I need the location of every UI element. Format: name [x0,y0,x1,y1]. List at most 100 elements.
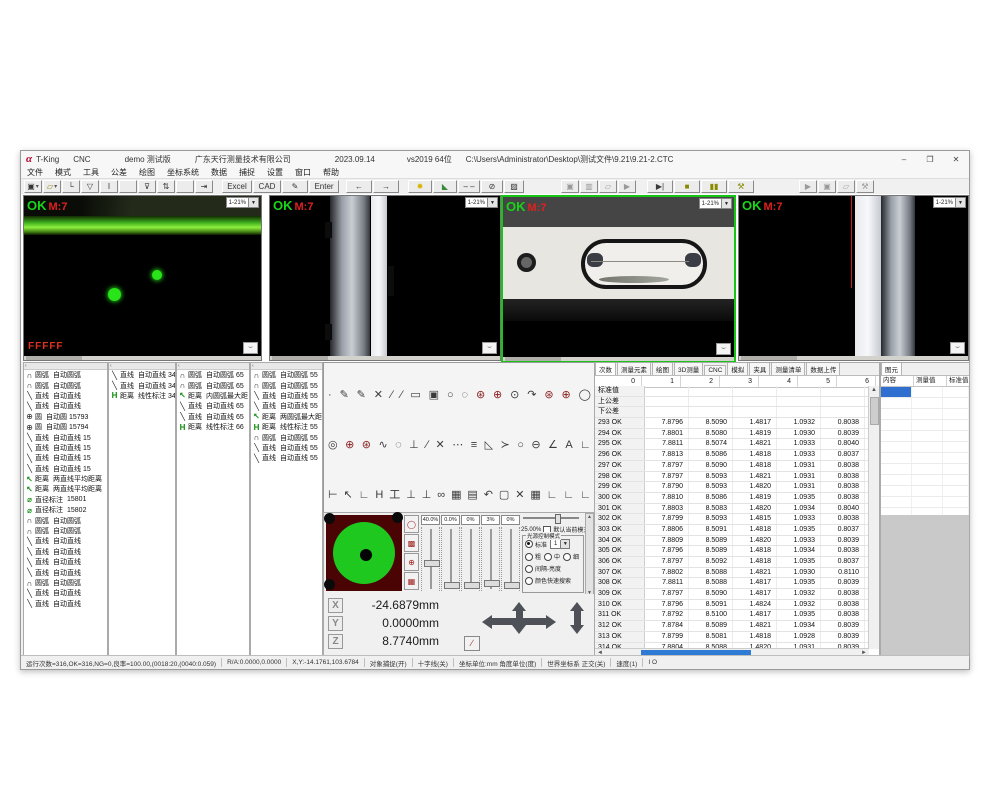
measure-tool-icon[interactable]: 工 [389,490,400,501]
stop-button[interactable]: ■ [674,180,700,193]
feature-item[interactable]: H距离线性标注 66 [177,422,249,432]
zoom-tool-button[interactable]: ⊘ [481,180,503,193]
measure-tool-icon[interactable]: ∿ [378,440,387,451]
table-row[interactable]: 303 OK7.88068.50911.48181.09350.80371.09… [595,525,869,536]
results-tab-5[interactable]: 模拟 [727,362,748,375]
table-row[interactable]: 307 OK7.88028.50881.48211.09300.81101.09… [595,568,869,579]
feature-item[interactable]: ╲直线自动直线 [24,588,107,598]
measure-tool-icon[interactable]: ∠ [548,440,558,451]
minus-minus-button[interactable]: – – [458,180,480,193]
feature-item[interactable]: ⊕圆自动圆 15793 [24,412,107,422]
blank-button[interactable] [119,180,137,193]
measure-tool-icon[interactable]: ✕ [436,440,445,451]
results-tab-0[interactable]: 次数 [595,362,616,375]
pattern-button[interactable]: ▨ [504,180,524,193]
measure-tool-icon[interactable]: H [375,490,383,501]
slider-thumb[interactable] [504,582,520,589]
level-radio-2[interactable] [563,553,571,561]
table-row[interactable]: 295 OK7.88118.50741.48211.09330.80401.09… [595,439,869,450]
menu-item-10[interactable]: 帮助 [317,167,345,178]
measure-tool-icon[interactable]: ◺ [485,440,493,451]
detail-row[interactable] [881,497,969,508]
results-tab-8[interactable]: 数据上传 [806,362,840,375]
measure-tool-icon[interactable]: ↖ [344,490,353,501]
feature-item[interactable]: ╲直线自动直线 15 [24,432,107,442]
play-to-end-button[interactable]: ▶| [647,180,673,193]
menu-item-4[interactable]: 绘图 [133,167,161,178]
feature-item[interactable]: ╲直线自动直线 [24,536,107,546]
feature-item[interactable]: ╲直线自动直线 65 [177,412,249,422]
table-row[interactable]: 309 OK7.87978.50901.48171.09320.80381.09… [595,589,869,600]
results-tab-6[interactable]: 夹具 [749,362,770,375]
beam-button[interactable]: I [100,180,118,193]
camera-scrollbar[interactable] [503,357,734,361]
measure-tool-icon[interactable]: ↶ [484,490,493,501]
enter-button[interactable]: Enter [309,180,339,193]
pen-button[interactable]: ✎ [282,180,308,193]
path-tool-button[interactable]: └ [62,180,80,193]
master-brightness-slider[interactable] [523,517,579,519]
colorsearch-radio[interactable] [525,577,533,585]
feature-item[interactable]: ╲直线自动直线 55 [251,443,322,453]
folder-button[interactable]: ▱ [599,180,617,193]
save-run-button[interactable]: ▣ [561,180,579,193]
slider-track[interactable] [441,527,460,591]
light-preset-button-2[interactable]: ⊕ [404,553,419,571]
level-radio-1[interactable] [544,553,552,561]
measure-tool-icon[interactable]: ◌ [462,390,469,401]
level-dropdown[interactable]: 1▼ [550,539,570,549]
measure-tool-icon[interactable]: ◎ [328,440,338,451]
measure-tool-icon[interactable]: ⊥ [406,490,416,501]
camera-pane-1[interactable]: OKM:7 1-21%▼ FFFFF ⌣ [23,195,262,361]
chevron-down-icon[interactable]: ▼ [721,199,731,208]
feature-item[interactable]: ∩圆弧自动圆弧 65 [177,370,249,380]
feature-item[interactable]: ⌀直径标注15801 [24,495,107,505]
measure-tool-icon[interactable]: ∟ [580,440,591,451]
measure-tool-icon[interactable]: ⊢ [328,490,338,501]
list-scroll-strip[interactable]: ‹ [251,363,322,370]
play-disabled-button[interactable]: ▶ [618,180,636,193]
table-row[interactable]: 312 OK7.87848.50891.48211.09340.80391.09… [595,621,869,632]
measure-tool-icon[interactable]: ≻ [501,440,510,451]
slider-track[interactable] [501,527,520,591]
ring-light-preview[interactable] [326,515,402,591]
measure-tool-icon[interactable]: ◯ [579,390,591,401]
close-button[interactable]: ✕ [943,151,969,167]
list-scroll-strip[interactable]: ‹ [109,363,175,370]
measure-tool-icon[interactable]: ⊕ [561,390,570,401]
feature-item[interactable]: ∩圆弧自动圆弧 [24,370,107,380]
measure-tool-icon[interactable]: ⊖ [531,440,540,451]
table-row[interactable]: 311 OK7.87928.51001.48171.09350.80381.09… [595,610,869,621]
menu-item-9[interactable]: 窗口 [289,167,317,178]
maximize-button[interactable]: ❐ [917,151,943,167]
measure-tool-icon[interactable]: ▤ [467,490,477,501]
feature-item[interactable]: ╲直线自动直线 65 [177,401,249,411]
results-tab-1[interactable]: 测量元素 [617,362,651,375]
measure-tool-icon[interactable]: ◌ [395,440,402,451]
camera-pane-4[interactable]: OKM:7 1-21%▼ ⌣ [738,195,969,361]
table-row[interactable]: 308 OK7.88118.50881.48171.09350.80391.09… [595,578,869,589]
arrow-right-button[interactable]: → [373,180,399,193]
probe-button[interactable]: ▽ [81,180,99,193]
measure-tool-icon[interactable]: ▦ [530,490,540,501]
camera-zoom-select[interactable]: 1-21%▼ [933,197,966,208]
detail-row[interactable] [881,431,969,442]
measure-tool-icon[interactable]: ∕ [401,390,403,401]
camera-zoom-select[interactable]: 1-21%▼ [465,197,498,208]
save2-button[interactable]: ▣ [818,180,836,193]
menu-item-8[interactable]: 设置 [261,167,289,178]
table-row[interactable]: 301 OK7.88038.50831.48201.09340.80401.09… [595,504,869,515]
lens-toggle-icon[interactable]: ⌣ [950,342,965,354]
measure-tool-icon[interactable]: ∕ [426,440,428,451]
results-tab-7[interactable]: 测量清单 [771,362,805,375]
measure-tool-icon[interactable]: ○ [517,440,524,451]
feature-item[interactable]: H距离线性标注 55 [251,422,322,432]
measure-tool-icon[interactable]: ∞ [437,490,445,501]
feature-item[interactable]: ╲直线自动直线 15 [24,453,107,463]
camera-scrollbar[interactable] [270,356,500,360]
batch-button[interactable]: ▥ [580,180,598,193]
table-row[interactable]: 293 OK7.87968.50901.48171.09320.80381.09… [595,418,869,429]
measure-tool-icon[interactable]: ∟ [563,490,574,501]
feature-item[interactable]: ∩圆弧自动圆弧 [24,578,107,588]
measure-tool-icon[interactable]: ▭ [410,390,420,401]
